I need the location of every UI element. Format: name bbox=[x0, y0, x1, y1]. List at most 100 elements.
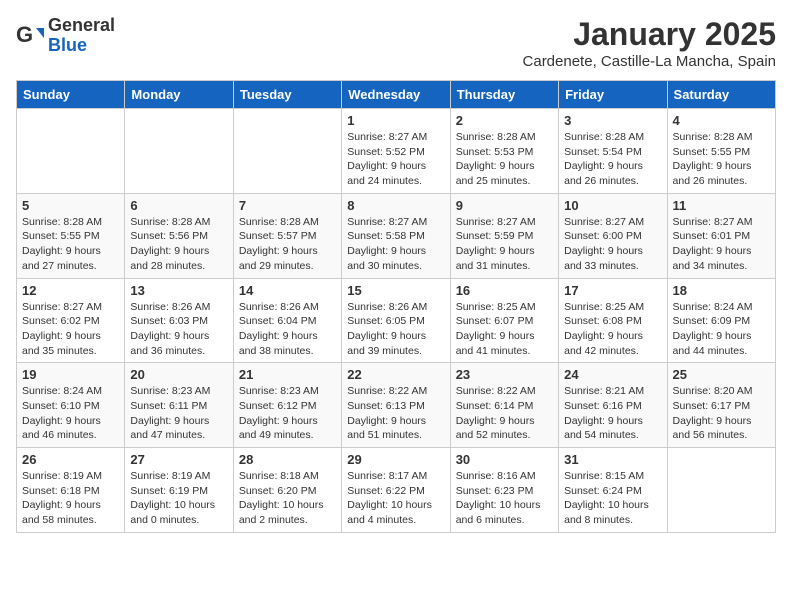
calendar-cell: 10 Sunrise: 8:27 AM Sunset: 6:00 PM Dayli… bbox=[559, 193, 667, 278]
weekday-header-row: SundayMondayTuesdayWednesdayThursdayFrid… bbox=[17, 81, 776, 109]
cell-content: Sunrise: 8:26 AM Sunset: 6:03 PM Dayligh… bbox=[130, 300, 227, 359]
cell-content: Sunrise: 8:24 AM Sunset: 6:09 PM Dayligh… bbox=[673, 300, 770, 359]
calendar-cell: 13 Sunrise: 8:26 AM Sunset: 6:03 PM Dayli… bbox=[125, 278, 233, 363]
cell-content: Sunrise: 8:27 AM Sunset: 6:00 PM Dayligh… bbox=[564, 215, 661, 274]
logo-blue: Blue bbox=[48, 35, 87, 55]
day-number: 18 bbox=[673, 283, 770, 298]
day-number: 5 bbox=[22, 198, 119, 213]
calendar-cell: 12Sunrise: 8:27 AM Sunset: 6:02 PM Dayli… bbox=[17, 278, 125, 363]
calendar-cell: 2Sunrise: 8:28 AM Sunset: 5:53 PM Daylig… bbox=[450, 109, 558, 194]
cell-content: Sunrise: 8:22 AM Sunset: 6:13 PM Dayligh… bbox=[347, 384, 444, 443]
calendar-cell: 31 Sunrise: 8:15 AM Sunset: 6:24 PM Dayli… bbox=[559, 448, 667, 533]
calendar-cell: 8 Sunrise: 8:27 AM Sunset: 5:58 PM Daylig… bbox=[342, 193, 450, 278]
weekday-header-sunday: Sunday bbox=[17, 81, 125, 109]
cell-content: Sunrise: 8:23 AM Sunset: 6:11 PM Dayligh… bbox=[130, 384, 227, 443]
weekday-header-monday: Monday bbox=[125, 81, 233, 109]
calendar-cell: 24Sunrise: 8:21 AM Sunset: 6:16 PM Dayli… bbox=[559, 363, 667, 448]
week-row-5: 26 Sunrise: 8:19 AM Sunset: 6:18 PM Dayli… bbox=[17, 448, 776, 533]
calendar-cell: 26 Sunrise: 8:19 AM Sunset: 6:18 PM Dayli… bbox=[17, 448, 125, 533]
week-row-3: 12Sunrise: 8:27 AM Sunset: 6:02 PM Dayli… bbox=[17, 278, 776, 363]
day-number: 22 bbox=[347, 367, 444, 382]
calendar-cell bbox=[17, 109, 125, 194]
cell-content: Sunrise: 8:22 AM Sunset: 6:14 PM Dayligh… bbox=[456, 384, 553, 443]
day-number: 2 bbox=[456, 113, 553, 128]
calendar-cell: 6 Sunrise: 8:28 AM Sunset: 5:56 PM Daylig… bbox=[125, 193, 233, 278]
cell-content: Sunrise: 8:28 AM Sunset: 5:56 PM Dayligh… bbox=[130, 215, 227, 274]
day-number: 15 bbox=[347, 283, 444, 298]
day-number: 21 bbox=[239, 367, 336, 382]
calendar-cell: 3 Sunrise: 8:28 AM Sunset: 5:54 PM Daylig… bbox=[559, 109, 667, 194]
cell-content: Sunrise: 8:27 AM Sunset: 6:01 PM Dayligh… bbox=[673, 215, 770, 274]
day-number: 25 bbox=[673, 367, 770, 382]
cell-content: Sunrise: 8:26 AM Sunset: 6:04 PM Dayligh… bbox=[239, 300, 336, 359]
day-number: 3 bbox=[564, 113, 661, 128]
day-number: 19 bbox=[22, 367, 119, 382]
day-number: 7 bbox=[239, 198, 336, 213]
day-number: 31 bbox=[564, 452, 661, 467]
week-row-4: 19 Sunrise: 8:24 AM Sunset: 6:10 PM Dayli… bbox=[17, 363, 776, 448]
calendar-cell: 28 Sunrise: 8:18 AM Sunset: 6:20 PM Dayli… bbox=[233, 448, 341, 533]
calendar-cell: 29 Sunrise: 8:17 AM Sunset: 6:22 PM Dayli… bbox=[342, 448, 450, 533]
weekday-header-tuesday: Tuesday bbox=[233, 81, 341, 109]
calendar-cell: 5Sunrise: 8:28 AM Sunset: 5:55 PM Daylig… bbox=[17, 193, 125, 278]
calendar-cell: 23 Sunrise: 8:22 AM Sunset: 6:14 PM Dayli… bbox=[450, 363, 558, 448]
cell-content: Sunrise: 8:15 AM Sunset: 6:24 PM Dayligh… bbox=[564, 469, 661, 528]
day-number: 26 bbox=[22, 452, 119, 467]
cell-content: Sunrise: 8:20 AM Sunset: 6:17 PM Dayligh… bbox=[673, 384, 770, 443]
weekday-header-saturday: Saturday bbox=[667, 81, 775, 109]
calendar-cell: 30Sunrise: 8:16 AM Sunset: 6:23 PM Dayli… bbox=[450, 448, 558, 533]
logo: G General Blue bbox=[16, 16, 115, 56]
calendar-cell: 15 Sunrise: 8:26 AM Sunset: 6:05 PM Dayli… bbox=[342, 278, 450, 363]
cell-content: Sunrise: 8:26 AM Sunset: 6:05 PM Dayligh… bbox=[347, 300, 444, 359]
cell-content: Sunrise: 8:28 AM Sunset: 5:57 PM Dayligh… bbox=[239, 215, 336, 274]
day-number: 8 bbox=[347, 198, 444, 213]
day-number: 13 bbox=[130, 283, 227, 298]
logo-wordmark: General Blue bbox=[48, 16, 115, 56]
cell-content: Sunrise: 8:18 AM Sunset: 6:20 PM Dayligh… bbox=[239, 469, 336, 528]
calendar-cell: 14Sunrise: 8:26 AM Sunset: 6:04 PM Dayli… bbox=[233, 278, 341, 363]
cell-content: Sunrise: 8:23 AM Sunset: 6:12 PM Dayligh… bbox=[239, 384, 336, 443]
calendar-cell: 21 Sunrise: 8:23 AM Sunset: 6:12 PM Dayli… bbox=[233, 363, 341, 448]
cell-content: Sunrise: 8:16 AM Sunset: 6:23 PM Dayligh… bbox=[456, 469, 553, 528]
day-number: 29 bbox=[347, 452, 444, 467]
cell-content: Sunrise: 8:19 AM Sunset: 6:18 PM Dayligh… bbox=[22, 469, 119, 528]
calendar-cell bbox=[125, 109, 233, 194]
weekday-header-wednesday: Wednesday bbox=[342, 81, 450, 109]
svg-text:G: G bbox=[16, 22, 33, 47]
day-number: 10 bbox=[564, 198, 661, 213]
logo-icon: G bbox=[16, 22, 44, 50]
day-number: 1 bbox=[347, 113, 444, 128]
day-number: 27 bbox=[130, 452, 227, 467]
cell-content: Sunrise: 8:17 AM Sunset: 6:22 PM Dayligh… bbox=[347, 469, 444, 528]
cell-content: Sunrise: 8:21 AM Sunset: 6:16 PM Dayligh… bbox=[564, 384, 661, 443]
day-number: 28 bbox=[239, 452, 336, 467]
day-number: 9 bbox=[456, 198, 553, 213]
logo-general: General bbox=[48, 15, 115, 35]
day-number: 23 bbox=[456, 367, 553, 382]
calendar-cell: 25 Sunrise: 8:20 AM Sunset: 6:17 PM Dayli… bbox=[667, 363, 775, 448]
calendar-cell: 27 Sunrise: 8:19 AM Sunset: 6:19 PM Dayli… bbox=[125, 448, 233, 533]
calendar-cell bbox=[233, 109, 341, 194]
cell-content: Sunrise: 8:25 AM Sunset: 6:07 PM Dayligh… bbox=[456, 300, 553, 359]
cell-content: Sunrise: 8:28 AM Sunset: 5:55 PM Dayligh… bbox=[673, 130, 770, 189]
calendar-cell: 19 Sunrise: 8:24 AM Sunset: 6:10 PM Dayli… bbox=[17, 363, 125, 448]
calendar-cell: 18 Sunrise: 8:24 AM Sunset: 6:09 PM Dayli… bbox=[667, 278, 775, 363]
day-number: 4 bbox=[673, 113, 770, 128]
calendar-cell: 11 Sunrise: 8:27 AM Sunset: 6:01 PM Dayli… bbox=[667, 193, 775, 278]
cell-content: Sunrise: 8:27 AM Sunset: 5:59 PM Dayligh… bbox=[456, 215, 553, 274]
cell-content: Sunrise: 8:27 AM Sunset: 6:02 PM Dayligh… bbox=[22, 300, 119, 359]
calendar-cell: 22 Sunrise: 8:22 AM Sunset: 6:13 PM Dayli… bbox=[342, 363, 450, 448]
calendar-cell: 1Sunrise: 8:27 AM Sunset: 5:52 PM Daylig… bbox=[342, 109, 450, 194]
day-number: 6 bbox=[130, 198, 227, 213]
week-row-1: 1Sunrise: 8:27 AM Sunset: 5:52 PM Daylig… bbox=[17, 109, 776, 194]
calendar-cell: 7 Sunrise: 8:28 AM Sunset: 5:57 PM Daylig… bbox=[233, 193, 341, 278]
day-number: 11 bbox=[673, 198, 770, 213]
title-area: January 2025 Cardenete, Castille-La Manc… bbox=[523, 16, 776, 70]
cell-content: Sunrise: 8:28 AM Sunset: 5:54 PM Dayligh… bbox=[564, 130, 661, 189]
week-row-2: 5Sunrise: 8:28 AM Sunset: 5:55 PM Daylig… bbox=[17, 193, 776, 278]
day-number: 16 bbox=[456, 283, 553, 298]
cell-content: Sunrise: 8:27 AM Sunset: 5:58 PM Dayligh… bbox=[347, 215, 444, 274]
cell-content: Sunrise: 8:24 AM Sunset: 6:10 PM Dayligh… bbox=[22, 384, 119, 443]
day-number: 17 bbox=[564, 283, 661, 298]
cell-content: Sunrise: 8:19 AM Sunset: 6:19 PM Dayligh… bbox=[130, 469, 227, 528]
